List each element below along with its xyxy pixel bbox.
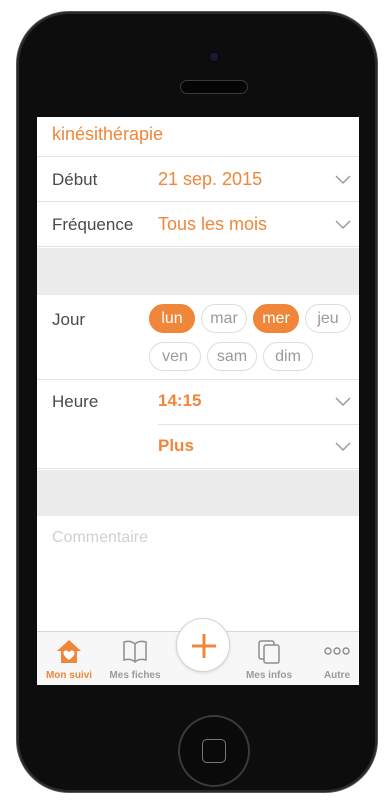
tab-mes-fiches[interactable]: Mes fiches — [103, 632, 167, 685]
frequence-row[interactable]: Fréquence Tous les mois — [37, 203, 359, 247]
day-pill-sam[interactable]: sam — [207, 342, 257, 371]
plus-icon — [192, 634, 216, 658]
section-separator — [37, 248, 359, 295]
frequence-label: Fréquence — [52, 215, 134, 234]
tab-label: Mon suivi — [45, 670, 93, 681]
home-heart-icon — [57, 640, 81, 663]
jour-label: Jour — [52, 310, 86, 329]
tab-autre[interactable]: Autre — [305, 632, 359, 685]
heure-value: 14:15 — [158, 391, 202, 410]
comment-input[interactable]: Commentaire — [52, 529, 148, 547]
title-row: kinésithérapie — [37, 117, 359, 157]
heure-label: Heure — [52, 392, 99, 411]
plus-value: Plus — [158, 436, 194, 455]
documents-icon — [258, 640, 280, 664]
tab-label: Mes fiches — [109, 670, 161, 681]
tab-mon-suivi[interactable]: Mon suivi — [37, 632, 101, 685]
day-pill-jeu[interactable]: jeu — [305, 304, 351, 333]
section-separator — [37, 470, 359, 516]
book-icon — [123, 640, 147, 664]
add-button[interactable] — [176, 618, 230, 672]
tab-label: Mes infos — [245, 670, 293, 681]
day-pill-ven[interactable]: ven — [149, 342, 201, 371]
chevron-down-icon — [335, 220, 351, 230]
debut-row[interactable]: Début 21 sep. 2015 — [37, 158, 359, 202]
app-screen: kinésithérapie Début 21 sep. 2015 Fréque… — [37, 117, 359, 685]
camera-icon — [207, 50, 221, 64]
day-pill-mar[interactable]: mar — [201, 304, 247, 333]
heure-row[interactable]: Heure 14:15 — [37, 380, 359, 424]
more-dots-icon — [324, 647, 350, 655]
chevron-down-icon — [335, 175, 351, 185]
frequence-value: Tous les mois — [158, 214, 268, 234]
chevron-down-icon — [335, 442, 351, 452]
day-pill-lun[interactable]: lun — [149, 304, 195, 333]
day-pill-mer[interactable]: mer — [253, 304, 299, 333]
chevron-down-icon — [335, 397, 351, 407]
speaker-grille — [180, 80, 248, 94]
debut-label: Début — [52, 170, 98, 189]
tab-label: Autre — [323, 670, 351, 681]
day-pill-dim[interactable]: dim — [263, 342, 313, 371]
home-button[interactable] — [178, 715, 250, 787]
tab-mes-infos[interactable]: Mes infos — [237, 632, 301, 685]
treatment-title: kinésithérapie — [52, 124, 164, 144]
debut-value: 21 sep. 2015 — [158, 169, 263, 189]
plus-row[interactable]: Plus — [37, 425, 359, 469]
